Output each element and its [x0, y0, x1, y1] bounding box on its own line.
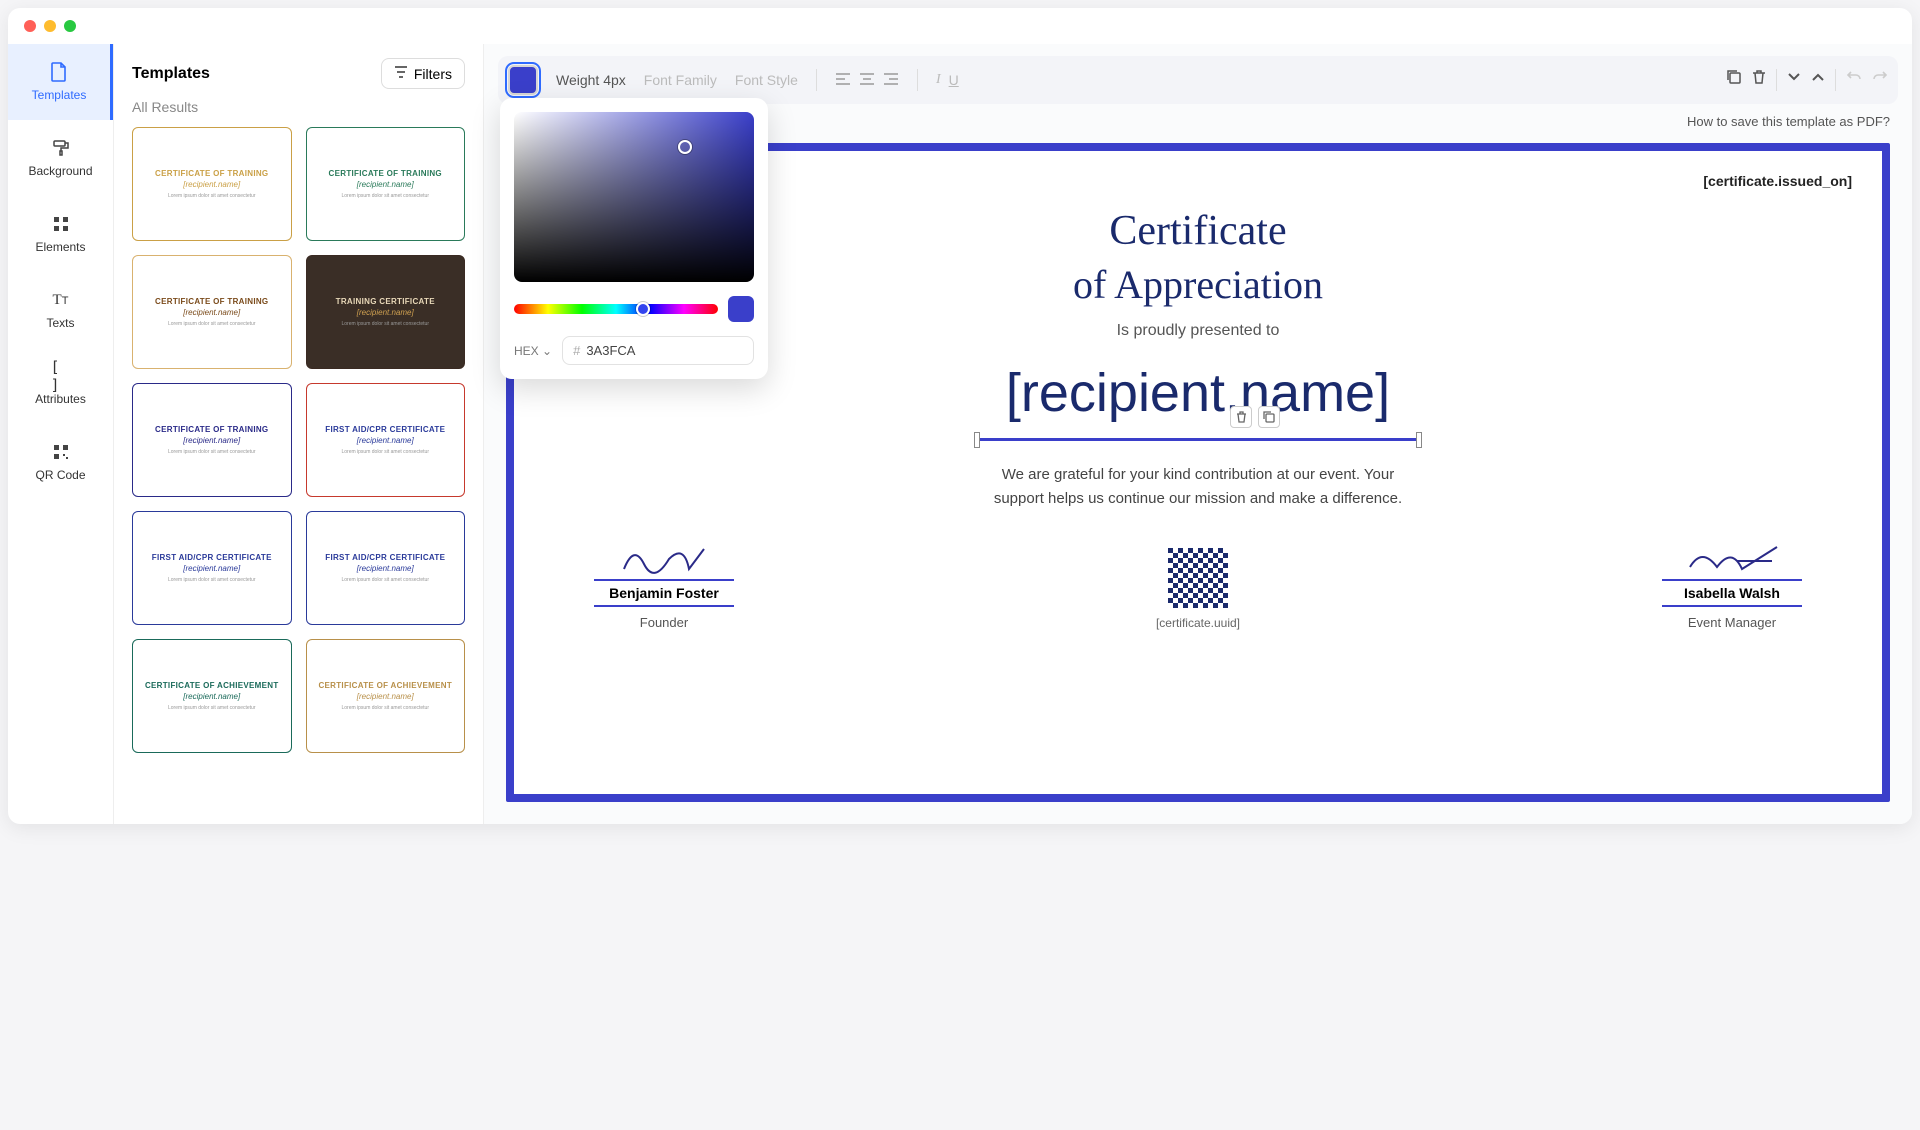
template-thumbnail[interactable]: CERTIFICATE OF ACHIEVEMENT [recipient.na… [306, 639, 466, 753]
template-thumbnail[interactable]: CERTIFICATE OF ACHIEVEMENT [recipient.na… [132, 639, 292, 753]
chevron-down-icon: ⌄ [542, 344, 552, 358]
layer-up-icon[interactable] [1811, 69, 1825, 91]
template-thumbnail[interactable]: CERTIFICATE OF TRAINING [recipient.name]… [132, 383, 292, 497]
filters-label: Filters [414, 66, 452, 82]
rail-label: Texts [46, 316, 74, 330]
font-family-control[interactable]: Font Family [644, 72, 717, 88]
signature-icon [1682, 539, 1782, 579]
signature-icon [614, 539, 714, 579]
hue-slider[interactable] [514, 304, 718, 314]
toolbar-separator [917, 69, 918, 91]
qr-icon [51, 442, 71, 462]
rail-label: Templates [32, 88, 87, 102]
issued-on-attribute[interactable]: [certificate.issued_on] [1703, 173, 1852, 189]
underline-icon[interactable]: U [949, 72, 959, 88]
window-titlebar [8, 8, 1912, 44]
help-link[interactable]: How to save this template as PDF? [1687, 114, 1890, 129]
template-thumbnail[interactable]: Certificate of Training [recipient.name]… [132, 127, 292, 241]
duplicate-icon[interactable] [1726, 69, 1742, 91]
delete-icon[interactable] [1752, 69, 1766, 91]
shapes-icon [51, 214, 71, 234]
toolbar-separator [1776, 69, 1777, 91]
color-saturation-area[interactable] [514, 112, 754, 282]
signer-1-role: Founder [640, 615, 688, 630]
redo-icon[interactable] [1872, 69, 1888, 91]
align-center-icon[interactable] [859, 72, 875, 89]
hue-handle[interactable] [636, 302, 650, 316]
template-thumbnail[interactable]: FIRST AID/CPR CERTIFICATE [recipient.nam… [306, 511, 466, 625]
layer-down-icon[interactable] [1787, 69, 1801, 91]
italic-icon[interactable]: I [936, 72, 941, 88]
qr-code-icon [1168, 548, 1228, 608]
paint-roller-icon [51, 138, 71, 158]
window-close-dot[interactable] [24, 20, 36, 32]
rail-label: Elements [35, 240, 85, 254]
align-group [835, 72, 899, 89]
editor-toolbar: Weight 4px Font Family Font Style I U [498, 56, 1898, 104]
toolbar-separator [816, 69, 817, 91]
certificate-title-line1[interactable]: Certificate [1109, 207, 1286, 255]
font-style-control[interactable]: Font Style [735, 72, 798, 88]
toolbar-separator [1835, 69, 1836, 91]
presented-to-text[interactable]: Is proudly presented to [1117, 322, 1280, 340]
hex-input[interactable]: #3A3FCA [562, 336, 754, 365]
text-icon: TT [51, 290, 71, 310]
align-left-icon[interactable] [835, 72, 851, 89]
rail-label: Attributes [35, 392, 86, 406]
brackets-icon: [ ] [51, 366, 71, 386]
templates-panel: Templates Filters All Results Certificat… [114, 44, 484, 824]
certificate-body-text[interactable]: We are grateful for your kind contributi… [988, 463, 1408, 511]
element-delete-icon[interactable] [1230, 406, 1252, 428]
color-preview-swatch [728, 296, 754, 322]
element-duplicate-icon[interactable] [1258, 406, 1280, 428]
color-cursor[interactable] [678, 140, 692, 154]
templates-title: Templates [132, 65, 210, 83]
filters-button[interactable]: Filters [381, 58, 465, 89]
divider-element[interactable] [978, 438, 1418, 441]
signature-block-2[interactable]: Isabella Walsh Event Manager [1652, 539, 1812, 630]
undo-icon[interactable] [1846, 69, 1862, 91]
canvas-area: Weight 4px Font Family Font Style I U [484, 44, 1912, 824]
signer-2-role: Event Manager [1688, 615, 1776, 630]
rail-attributes[interactable]: [ ] Attributes [8, 348, 113, 424]
template-thumbnail[interactable]: CERTIFICATE OF TRAINING [recipient.name]… [306, 127, 466, 241]
color-mode-select[interactable]: HEX ⌄ [514, 344, 552, 358]
signer-2-name: Isabella Walsh [1662, 579, 1802, 607]
qr-block[interactable]: [certificate.uuid] [1156, 548, 1240, 630]
rail-label: Background [28, 164, 92, 178]
rail-elements[interactable]: Elements [8, 196, 113, 272]
border-color-swatch[interactable] [508, 65, 538, 95]
rail-texts[interactable]: TT Texts [8, 272, 113, 348]
align-right-icon[interactable] [883, 72, 899, 89]
document-icon [49, 62, 69, 82]
qr-uuid-attribute: [certificate.uuid] [1156, 616, 1240, 630]
weight-control[interactable]: Weight 4px [556, 72, 626, 88]
rail-label: QR Code [35, 468, 85, 482]
template-thumbnail[interactable]: CERTIFICATE OF TRAINING [recipient.name]… [132, 255, 292, 369]
template-thumbnail[interactable]: FIRST AID/CPR CERTIFICATE [recipient.nam… [306, 383, 466, 497]
rail-templates[interactable]: Templates [8, 44, 113, 120]
rail-background[interactable]: Background [8, 120, 113, 196]
color-picker-popover[interactable]: HEX ⌄ #3A3FCA [500, 98, 768, 379]
recipient-name-attribute[interactable]: [recipient.name] [1006, 362, 1390, 424]
template-thumbnail[interactable]: First AID/CPR Certificate [recipient.nam… [132, 511, 292, 625]
signature-block-1[interactable]: Benjamin Foster Founder [584, 539, 744, 630]
rail-qrcode[interactable]: QR Code [8, 424, 113, 500]
filter-icon [394, 65, 408, 82]
signer-1-name: Benjamin Foster [594, 579, 734, 607]
window-max-dot[interactable] [64, 20, 76, 32]
window-min-dot[interactable] [44, 20, 56, 32]
template-thumbnail[interactable]: Training Certificate [recipient.name] Lo… [306, 255, 466, 369]
templates-subtitle: All Results [132, 99, 465, 115]
certificate-title-line2[interactable]: of Appreciation [1073, 261, 1323, 308]
nav-rail: Templates Background Elements TT Texts [… [8, 44, 114, 824]
